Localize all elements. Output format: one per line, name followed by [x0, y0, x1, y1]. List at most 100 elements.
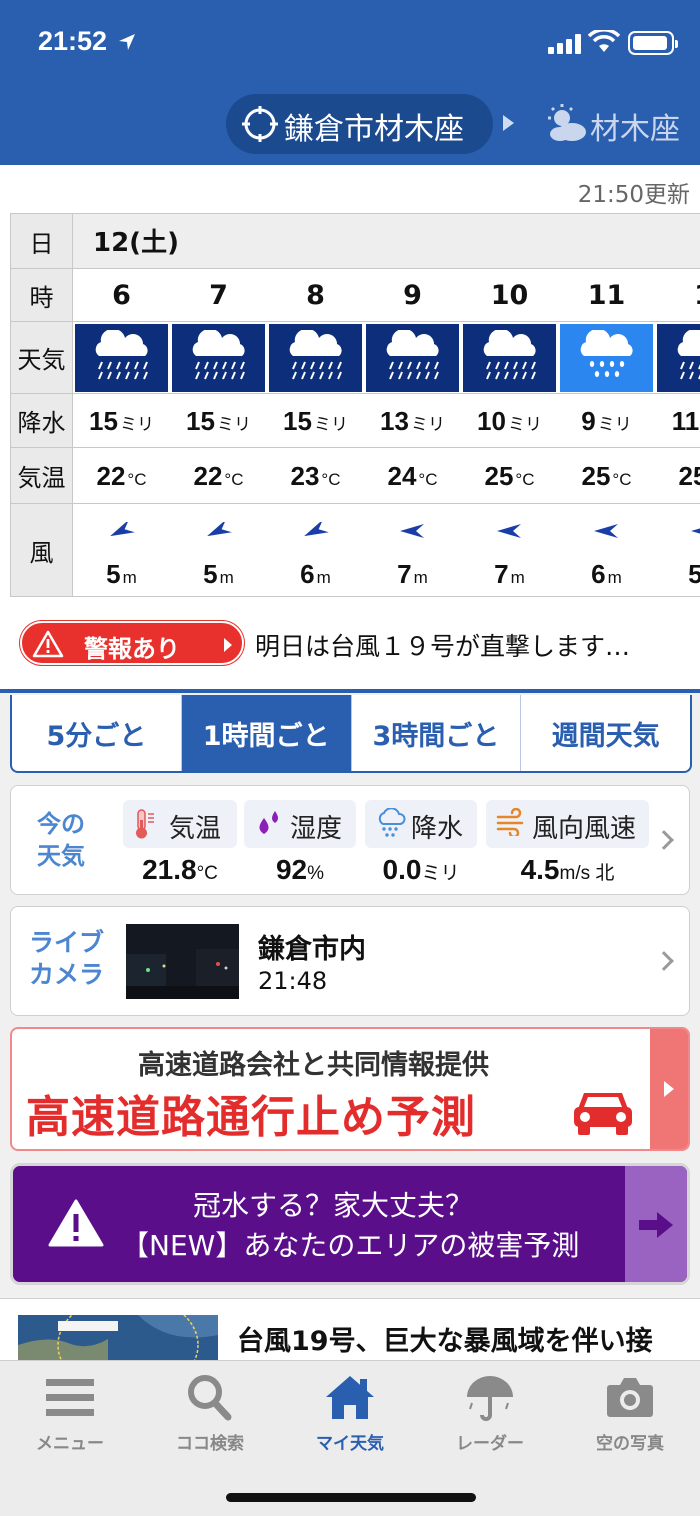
temp-unit: °C: [224, 470, 244, 489]
wind-direction-icon: [304, 522, 329, 537]
humidity-number: 92: [275, 854, 308, 885]
next-location-arrow-icon[interactable]: [503, 115, 514, 131]
row-label-temp: 気温: [11, 448, 73, 504]
location-name: 鎌倉市材木座: [284, 112, 464, 147]
precip-cell: 15 ミリ: [267, 394, 364, 448]
temp-unit: °C: [612, 470, 632, 489]
highway-banner-subtitle: 高速道路会社と共同情報提供: [138, 1050, 489, 1081]
heavy-rain-icon: [483, 330, 536, 380]
wind-direction-icon: [497, 524, 521, 538]
tab-3hour[interactable]: 3時間ごと: [352, 695, 522, 771]
humidity-value: 92%: [244, 854, 356, 886]
temp-value: 23: [290, 461, 320, 491]
nav-radar[interactable]: レーダー: [420, 1361, 560, 1461]
location-selector[interactable]: 鎌倉市材木座: [226, 94, 493, 154]
current-weather-card[interactable]: 今の 天気 気温 湿度 降水 風向風速 21.8°C 92% 0.0ミリ 4.5…: [10, 785, 690, 895]
search-icon: [188, 1375, 232, 1421]
temp-value: 25: [581, 461, 611, 491]
temp-value: 25: [484, 461, 514, 491]
precip-value: 11: [671, 406, 700, 436]
weather-cell: [269, 324, 362, 392]
weather-cell: [172, 324, 265, 392]
hour-cell: 8: [306, 280, 325, 311]
tab-weekly[interactable]: 週間天気: [521, 695, 690, 771]
main-content: 21:50更新 日 12(土) 時 天気 降水 気温 風 6 15 ミリ 22 °C 5 m…: [0, 165, 700, 1360]
wind-speed-unit: m: [510, 568, 525, 587]
precipitation-label: 降水: [411, 814, 464, 844]
wind-speed-value: 5: [688, 559, 700, 589]
row-label-day: 日: [11, 214, 73, 269]
wind-icon: [496, 808, 524, 836]
temperature-unit: °C: [196, 863, 218, 884]
arrow-right-icon: [625, 1166, 687, 1282]
chevron-right-icon: [654, 951, 674, 971]
forecast-interval-tabs: 5分ごと 1時間ごと 3時間ごと 週間天気: [10, 695, 692, 773]
nav-my-weather-label: マイ天気: [316, 1434, 384, 1454]
temp-cell: 25°C: [461, 448, 558, 504]
temp-cell: 22 °C: [170, 448, 267, 504]
nav-radar-label: レーダー: [456, 1434, 524, 1454]
precip-unit: ミリ: [507, 415, 542, 434]
temp-value: 24: [387, 461, 417, 491]
bottom-navigation: メニュー ココ検索 マイ天気 レーダー 空の写真: [0, 1360, 700, 1516]
warning-alert-button[interactable]: 警報あり: [20, 621, 244, 665]
nav-menu[interactable]: メニュー: [0, 1361, 140, 1461]
home-icon: [326, 1376, 374, 1419]
weather-cell: [657, 324, 700, 392]
wind-speed-unit: m: [413, 568, 428, 587]
temp-unit: °C: [321, 470, 341, 489]
heavy-rain-icon: [386, 330, 439, 380]
hour-cell: 7: [209, 280, 228, 311]
humidity-item: 湿度: [244, 800, 356, 848]
heavy-rain-icon: [95, 330, 148, 380]
highway-closure-banner[interactable]: 高速道路会社と共同情報提供 高速道路通行止め予測: [10, 1027, 690, 1151]
wind-direction-icon: [691, 528, 700, 534]
app-header: 21:52 鎌倉市材木座 材木座: [0, 0, 700, 165]
nav-search[interactable]: ココ検索: [140, 1361, 280, 1461]
row-label-weather: 天気: [11, 322, 73, 394]
tab-5min[interactable]: 5分ごと: [12, 695, 182, 771]
news-thumbnail: [18, 1315, 218, 1360]
camera-thumbnail-image: [126, 924, 239, 999]
row-label-wind: 風: [11, 504, 73, 596]
news-item[interactable]: 台風19号、巨大な暴風域を伴い接: [0, 1298, 700, 1360]
precipitation-number: 0.0: [382, 854, 422, 885]
thermometer-icon: [136, 809, 154, 839]
temperature-number: 21.8: [142, 854, 197, 885]
camera-icon: [607, 1378, 653, 1417]
precip-unit: ミリ: [216, 415, 251, 434]
wind-direction-icon: [207, 522, 232, 537]
temp-cell: 23 °C: [267, 448, 364, 504]
live-camera-card[interactable]: ライブ カメラ 鎌倉市内 21:48: [10, 906, 690, 1016]
wind-number: 4.5: [520, 854, 560, 885]
hour-cell: 10: [490, 280, 529, 311]
temp-unit: °C: [127, 470, 147, 489]
cloudy-sun-icon: [548, 104, 586, 141]
temperature-label: 気温: [169, 814, 222, 844]
weather-cell: [463, 324, 556, 392]
precip-cell: 9 ミリ: [558, 394, 655, 448]
nav-sky-photos[interactable]: 空の写真: [560, 1361, 700, 1461]
umbrella-icon: [467, 1376, 513, 1421]
precip-value: 10: [477, 406, 506, 436]
alert-message[interactable]: 明日は台風１９号が直撃します…: [255, 627, 630, 663]
flood-risk-banner[interactable]: 冠水する？家大丈夫？ 【NEW】あなたのエリアの被害予測: [10, 1163, 690, 1285]
precip-cell: 15 ミリ: [73, 394, 170, 448]
camera-location: 鎌倉市内: [258, 934, 366, 965]
nav-search-label: ココ検索: [176, 1434, 244, 1454]
hour-cell: 1: [655, 269, 700, 322]
temp-unit: °C: [515, 470, 535, 489]
next-location-name[interactable]: 材木座: [590, 104, 680, 148]
temp-cell: 24 °C: [364, 448, 461, 504]
wind-speed-unit: m: [316, 568, 331, 587]
hour-cell: 11: [587, 280, 626, 311]
alert-label: 警報あり: [84, 635, 180, 663]
nav-my-weather[interactable]: マイ天気: [280, 1361, 420, 1461]
precip-value: 15: [283, 406, 312, 436]
row-label-hour: 時: [11, 269, 73, 322]
temp-cell: 25°C: [655, 448, 700, 504]
hourly-forecast-table[interactable]: 日 12(土) 時 天気 降水 気温 風 6 15 ミリ 22 °C 5 m 7 15 ミリ 22 °…: [10, 213, 700, 597]
tab-1hour[interactable]: 1時間ごと: [181, 695, 352, 771]
wind-speed-cell: 7m: [364, 554, 461, 594]
chevron-right-icon: [650, 1029, 688, 1149]
